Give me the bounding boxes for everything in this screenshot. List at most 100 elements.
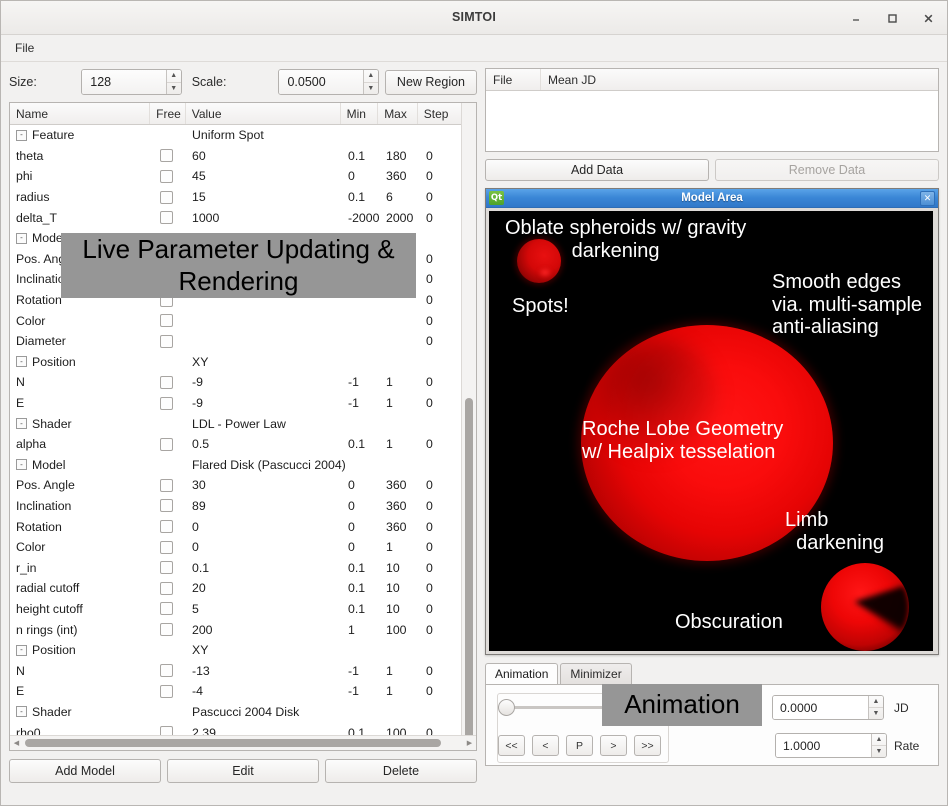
skip-forward-button[interactable]: >> bbox=[634, 735, 661, 756]
maximize-icon[interactable] bbox=[883, 9, 901, 27]
rate-stepper[interactable]: ▲ ▼ bbox=[871, 734, 886, 757]
collapse-expander-icon[interactable]: - bbox=[16, 644, 27, 656]
free-checkbox[interactable] bbox=[160, 520, 173, 534]
delete-model-button[interactable]: Delete bbox=[325, 759, 477, 783]
skip-back-button[interactable]: << bbox=[498, 735, 525, 756]
table-row[interactable]: E -9 -1 1 0 bbox=[10, 393, 476, 414]
chevron-down-icon[interactable]: ▼ bbox=[167, 83, 181, 95]
table-row[interactable]: alpha 0.5 0.1 1 0 bbox=[10, 434, 476, 455]
free-checkbox[interactable] bbox=[160, 664, 173, 678]
table-row[interactable]: n rings (int) 200 1 100 0 bbox=[10, 619, 476, 640]
edit-model-button[interactable]: Edit bbox=[167, 759, 319, 783]
parameter-tree-vscrollbar[interactable]: ▼ bbox=[461, 103, 476, 750]
chevron-down-icon[interactable]: ▼ bbox=[872, 746, 886, 757]
chevron-down-icon[interactable]: ▼ bbox=[364, 83, 378, 95]
size-spinbox[interactable]: 128 ▲ ▼ bbox=[81, 69, 182, 95]
table-row[interactable]: Rotation 0 0 360 0 bbox=[10, 516, 476, 537]
collapse-expander-icon[interactable]: - bbox=[16, 706, 27, 718]
free-checkbox[interactable] bbox=[160, 726, 173, 735]
chevron-up-icon[interactable]: ▲ bbox=[872, 734, 886, 746]
rate-input[interactable]: 1.0000 bbox=[776, 734, 871, 757]
free-checkbox[interactable] bbox=[160, 396, 173, 410]
hscroll-track[interactable] bbox=[23, 736, 463, 750]
collapse-expander-icon[interactable]: - bbox=[16, 232, 27, 244]
table-row[interactable]: - Shader LDL - Power Law bbox=[10, 413, 476, 434]
free-checkbox-cell[interactable] bbox=[152, 499, 188, 513]
vscroll-thumb[interactable] bbox=[465, 398, 473, 750]
chevron-up-icon[interactable]: ▲ bbox=[166, 70, 181, 83]
table-row[interactable]: E -4 -1 1 0 bbox=[10, 681, 476, 702]
free-checkbox[interactable] bbox=[160, 314, 173, 328]
play-pause-button[interactable]: P bbox=[566, 735, 593, 756]
free-checkbox[interactable] bbox=[160, 684, 173, 698]
close-icon[interactable]: ✕ bbox=[920, 191, 935, 206]
column-header-file[interactable]: File bbox=[486, 69, 541, 90]
model-area-titlebar[interactable]: Qt Model Area ✕ bbox=[486, 189, 938, 208]
column-header-name[interactable]: Name bbox=[10, 103, 151, 124]
free-checkbox-cell[interactable] bbox=[152, 726, 188, 735]
table-row[interactable]: delta_T 1000 -2000 2000 0 bbox=[10, 207, 476, 228]
free-checkbox[interactable] bbox=[160, 623, 173, 637]
scroll-right-arrow-icon[interactable]: ▶ bbox=[463, 739, 476, 747]
scale-input[interactable]: 0.0500 bbox=[279, 70, 363, 94]
free-checkbox[interactable] bbox=[160, 149, 173, 163]
slider-handle[interactable] bbox=[498, 699, 515, 716]
free-checkbox[interactable] bbox=[160, 602, 173, 616]
column-header-mean-jd[interactable]: Mean JD bbox=[541, 69, 938, 90]
tab-minimizer[interactable]: Minimizer bbox=[560, 663, 632, 684]
free-checkbox[interactable] bbox=[160, 375, 173, 389]
free-checkbox[interactable] bbox=[160, 540, 173, 554]
free-checkbox-cell[interactable] bbox=[152, 375, 188, 389]
table-row[interactable]: height cutoff 5 0.1 10 0 bbox=[10, 599, 476, 620]
data-table-body[interactable] bbox=[486, 91, 938, 151]
free-checkbox-cell[interactable] bbox=[152, 540, 188, 554]
table-row[interactable]: radius 15 0.1 6 0 bbox=[10, 187, 476, 208]
table-row[interactable]: Color 0 bbox=[10, 310, 476, 331]
parameter-tree-body[interactable]: - Feature Uniform Spot theta 60 0.1 180 0 phi 45 0… bbox=[10, 125, 476, 735]
collapse-expander-icon[interactable]: - bbox=[16, 418, 27, 430]
free-checkbox-cell[interactable] bbox=[152, 396, 188, 410]
free-checkbox[interactable] bbox=[160, 190, 173, 204]
column-header-step[interactable]: Step bbox=[418, 103, 462, 124]
chevron-down-icon[interactable]: ▼ bbox=[869, 708, 883, 719]
table-row[interactable]: rho0 2.39 0.1 100 0 bbox=[10, 722, 476, 735]
free-checkbox[interactable] bbox=[160, 581, 173, 595]
model-render-canvas[interactable]: Oblate spheroids w/ gravity darkening Sp… bbox=[489, 211, 933, 651]
free-checkbox-cell[interactable] bbox=[152, 314, 188, 328]
new-region-button[interactable]: New Region bbox=[384, 69, 478, 95]
free-checkbox-cell[interactable] bbox=[152, 561, 188, 575]
table-row[interactable]: - Model Flared Disk (Pascucci 2004) bbox=[10, 455, 476, 476]
scale-stepper[interactable]: ▲ ▼ bbox=[362, 70, 378, 95]
free-checkbox[interactable] bbox=[160, 334, 173, 348]
table-row[interactable]: Color 0 0 1 0 bbox=[10, 537, 476, 558]
table-row[interactable]: radial cutoff 20 0.1 10 0 bbox=[10, 578, 476, 599]
free-checkbox[interactable] bbox=[160, 499, 173, 513]
size-stepper[interactable]: ▲ ▼ bbox=[165, 70, 181, 95]
collapse-expander-icon[interactable]: - bbox=[16, 129, 27, 141]
table-row[interactable]: theta 60 0.1 180 0 bbox=[10, 146, 476, 167]
free-checkbox[interactable] bbox=[160, 211, 173, 225]
scale-spinbox[interactable]: 0.0500 ▲ ▼ bbox=[278, 69, 379, 95]
free-checkbox-cell[interactable] bbox=[152, 581, 188, 595]
table-row[interactable]: Diameter 0 bbox=[10, 331, 476, 352]
chevron-up-icon[interactable]: ▲ bbox=[363, 70, 378, 83]
table-row[interactable]: - Feature Uniform Spot bbox=[10, 125, 476, 146]
collapse-expander-icon[interactable]: - bbox=[16, 459, 27, 471]
table-row[interactable]: N -13 -1 1 0 bbox=[10, 660, 476, 681]
chevron-up-icon[interactable]: ▲ bbox=[869, 696, 883, 708]
table-row[interactable]: - Position XY bbox=[10, 352, 476, 373]
column-header-max[interactable]: Max bbox=[378, 103, 418, 124]
free-checkbox-cell[interactable] bbox=[152, 169, 188, 183]
free-checkbox-cell[interactable] bbox=[152, 520, 188, 534]
free-checkbox[interactable] bbox=[160, 478, 173, 492]
table-row[interactable]: Pos. Angle 30 0 360 0 bbox=[10, 475, 476, 496]
jd-spinbox[interactable]: 0.0000 ▲ ▼ bbox=[772, 695, 884, 720]
rate-spinbox[interactable]: 1.0000 ▲ ▼ bbox=[775, 733, 887, 758]
column-header-free[interactable]: Free bbox=[150, 103, 186, 124]
free-checkbox[interactable] bbox=[160, 561, 173, 575]
jd-input[interactable]: 0.0000 bbox=[773, 696, 868, 719]
table-row[interactable]: r_in 0.1 0.1 10 0 bbox=[10, 557, 476, 578]
free-checkbox-cell[interactable] bbox=[152, 437, 188, 451]
collapse-expander-icon[interactable]: - bbox=[16, 356, 27, 368]
menu-file[interactable]: File bbox=[6, 38, 43, 58]
